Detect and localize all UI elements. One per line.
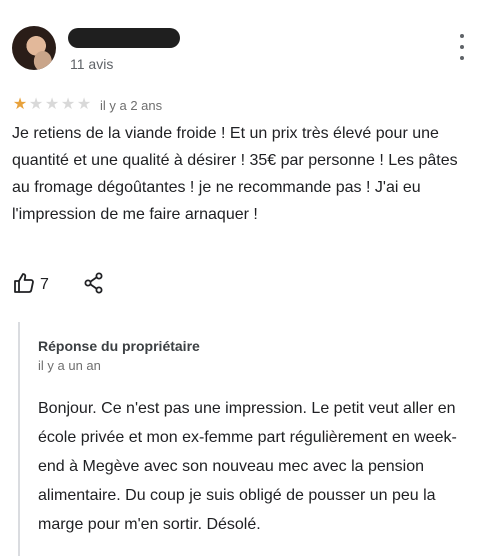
- star-empty-icon: ★: [44, 96, 60, 113]
- like-count: 7: [40, 276, 49, 293]
- more-options-button[interactable]: [452, 34, 472, 60]
- review-text: Je retiens de la viande froide ! Et un p…: [12, 125, 458, 223]
- rating-row: ★ ★ ★ ★ ★ il y a 2 ans: [12, 96, 162, 114]
- owner-reply-text: Bonjour. Ce n'est pas une impression. Le…: [38, 400, 457, 533]
- star-empty-icon: ★: [60, 96, 76, 113]
- star-filled-icon: ★: [12, 96, 28, 113]
- share-icon: [83, 271, 105, 300]
- more-vert-icon-dot: [460, 45, 464, 49]
- star-rating: ★ ★ ★ ★ ★: [12, 96, 92, 114]
- star-empty-icon: ★: [76, 96, 92, 113]
- owner-reply-time: il y a un an: [38, 358, 101, 373]
- share-button[interactable]: [83, 271, 105, 300]
- review-time: il y a 2 ans: [100, 97, 163, 113]
- review-actions: 7: [12, 270, 105, 300]
- more-vert-icon: [460, 34, 464, 38]
- owner-reply: Réponse du propriétaire il y a un an Bon…: [18, 322, 482, 556]
- reviewer-name-redacted: [68, 28, 180, 48]
- star-empty-icon: ★: [28, 96, 44, 113]
- thumbs-up-icon: [12, 271, 36, 300]
- avatar[interactable]: [12, 26, 56, 70]
- owner-reply-title: Réponse du propriétaire: [38, 338, 200, 354]
- review-card: 11 avis ★ ★ ★ ★ ★ il y a 2 ans Je retiens de…: [0, 0, 482, 556]
- avatar-photo: [12, 26, 56, 70]
- more-vert-icon-dot: [460, 56, 464, 60]
- reviewer-review-count: 11 avis: [70, 56, 114, 72]
- like-button[interactable]: 7: [12, 271, 49, 300]
